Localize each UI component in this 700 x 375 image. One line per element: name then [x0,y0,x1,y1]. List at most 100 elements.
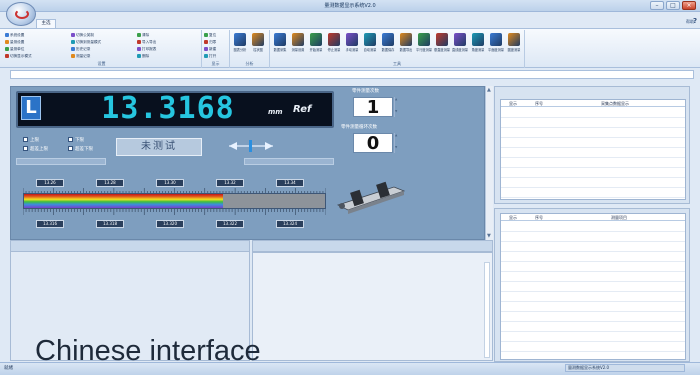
spin-down-icon: ▼ [395,145,398,149]
command-label: 测量记录 [76,54,91,58]
counter2-label: 零件测量循环次数 [341,125,377,130]
command-label: 切换显示模式 [10,54,32,58]
ribbon-command[interactable]: 系统设置 [5,33,24,38]
command-label: 切换公英制 [76,33,94,37]
ribbon-big-button[interactable]: 直线度测量 [452,33,468,52]
ribbon-big-button[interactable]: 角度测量 [470,33,486,52]
ribbon-command[interactable]: 打印报表 [137,47,156,52]
tolerance-arrows-icon [229,140,273,152]
ribbon-big-button[interactable]: 垂直度测量 [434,33,450,52]
checkbox-upper[interactable]: 上限 [23,137,39,143]
ribbon-big-button[interactable]: 开始测量 [308,33,324,52]
ribbon-command[interactable]: 归零 [204,40,216,45]
ribbon-command[interactable]: 切换到测量模式 [71,40,101,45]
close-button[interactable]: × [682,1,696,10]
table-row [501,311,685,312]
app-menu-button[interactable] [6,2,36,26]
ribbon-group-label: 设置 [97,61,106,66]
checkbox-label: 上限 [30,138,39,143]
caliper-device-icon [336,181,406,214]
command-icon [328,33,340,46]
command-icon [204,40,208,44]
ribbon-big-button[interactable]: 圆度测量 [506,33,522,52]
scale-remainder [222,194,325,208]
table-row [501,167,685,168]
ribbon-big-button[interactable]: 停止测量 [326,33,342,52]
ribbon-command[interactable]: 清除 [137,33,149,38]
ribbon-command[interactable]: 打开 [204,54,216,59]
ribbon-big-button[interactable]: 自动测量 [362,33,378,52]
ribbon-big-button[interactable]: 图表分析 [232,33,248,52]
command-label: 自动测量 [363,48,377,52]
column-header: 测量项目 [611,215,627,220]
tick-label: 13.316 [36,220,64,228]
ribbon-big-button[interactable]: 柱状图 [250,33,266,52]
ribbon-command[interactable]: 测量记录 [71,54,90,59]
command-label: 测量设置 [291,48,305,52]
measurement-value: 13.3168 [101,91,235,126]
ribbon-command[interactable]: 导入导出 [137,40,156,45]
counter1-spinner[interactable]: ▲ ▼ [394,97,399,117]
info-bar [10,70,694,79]
command-label: 停止测量 [327,48,341,52]
ribbon-big-button[interactable]: 数据采集 [272,33,288,52]
table-row [501,321,685,322]
maximize-button[interactable]: □ [666,1,680,10]
command-icon [204,47,208,51]
ref-label: Ref [293,104,312,115]
counter2-spinner[interactable]: ▲ ▼ [394,133,399,153]
counter1-value[interactable]: 1 [353,97,393,118]
checkbox-lower[interactable]: 下限 [68,137,84,143]
minimize-button[interactable]: – [650,1,664,10]
command-icon [137,54,141,58]
table-row [501,137,685,138]
measurement-items-table[interactable]: 显示 序号 测量项目 [500,213,686,360]
command-icon [490,33,502,46]
ribbon-big-button[interactable]: 手动测量 [344,33,360,52]
ribbon: 系统设置量测设置量测单位切换显示模式 切换公英制切换到测量模式历史记录测量记录 清除… [0,28,700,68]
command-label: 手动测量 [345,48,359,52]
scroll-down-icon[interactable]: ▼ [487,233,491,239]
ribbon-command[interactable]: 删除 [137,54,149,59]
command-icon [5,40,9,44]
ribbon-command[interactable]: 新建 [204,47,216,52]
ribbon-big-button[interactable]: 数据保存 [380,33,396,52]
ribbon-big-button[interactable]: 平面度测量 [488,33,504,52]
counter1-label: 零件测量次数 [352,89,379,94]
tick-label: 13.324 [276,220,304,228]
command-icon [382,33,394,46]
column-header: 显示 [509,215,517,220]
command-icon [274,33,286,46]
tab-main[interactable]: 主选 [36,19,56,28]
command-icon [137,33,141,37]
ribbon-command[interactable]: 量测设置 [5,40,24,45]
ribbon-big-button[interactable]: 测量设置 [290,33,306,52]
command-icon [71,33,75,37]
checkbox-icon [23,137,28,142]
tick-label: 13.32 [216,179,244,187]
ribbon-big-button[interactable]: 数据导出 [398,33,414,52]
ribbon-command[interactable]: 复位 [204,33,216,38]
tolerance-scale [23,193,326,209]
pane-scrollbar[interactable] [484,262,490,358]
table-row [501,261,685,262]
counter2-value[interactable]: 0 [353,133,393,154]
ribbon-group-label: 显示 [211,61,220,66]
help-icon[interactable]: ? [693,17,697,25]
command-icon [436,33,448,46]
command-label: 切换到测量模式 [76,40,102,44]
data-points-table[interactable]: 显示 序号 采集点数据显示 [500,99,686,200]
checkbox-over-lower[interactable]: 超差下限 [68,146,93,152]
ribbon-command[interactable]: 切换显示模式 [5,54,32,59]
ribbon-command[interactable]: 量测单位 [5,47,24,52]
ribbon-big-button[interactable]: 平行度测量 [416,33,432,52]
vertical-scrollbar[interactable]: ▲ ▼ [485,86,493,240]
command-label: 打印报表 [142,47,157,51]
checkbox-over-upper[interactable]: 超差上限 [23,146,48,152]
scroll-up-icon[interactable]: ▲ [487,87,491,93]
ribbon-command[interactable]: 切换公英制 [71,33,94,38]
unit-label: mm [268,108,283,116]
status-text: 就绪 [4,366,13,371]
ribbon-command[interactable]: 历史记录 [71,47,90,52]
mode-indicator[interactable]: L [21,96,41,120]
